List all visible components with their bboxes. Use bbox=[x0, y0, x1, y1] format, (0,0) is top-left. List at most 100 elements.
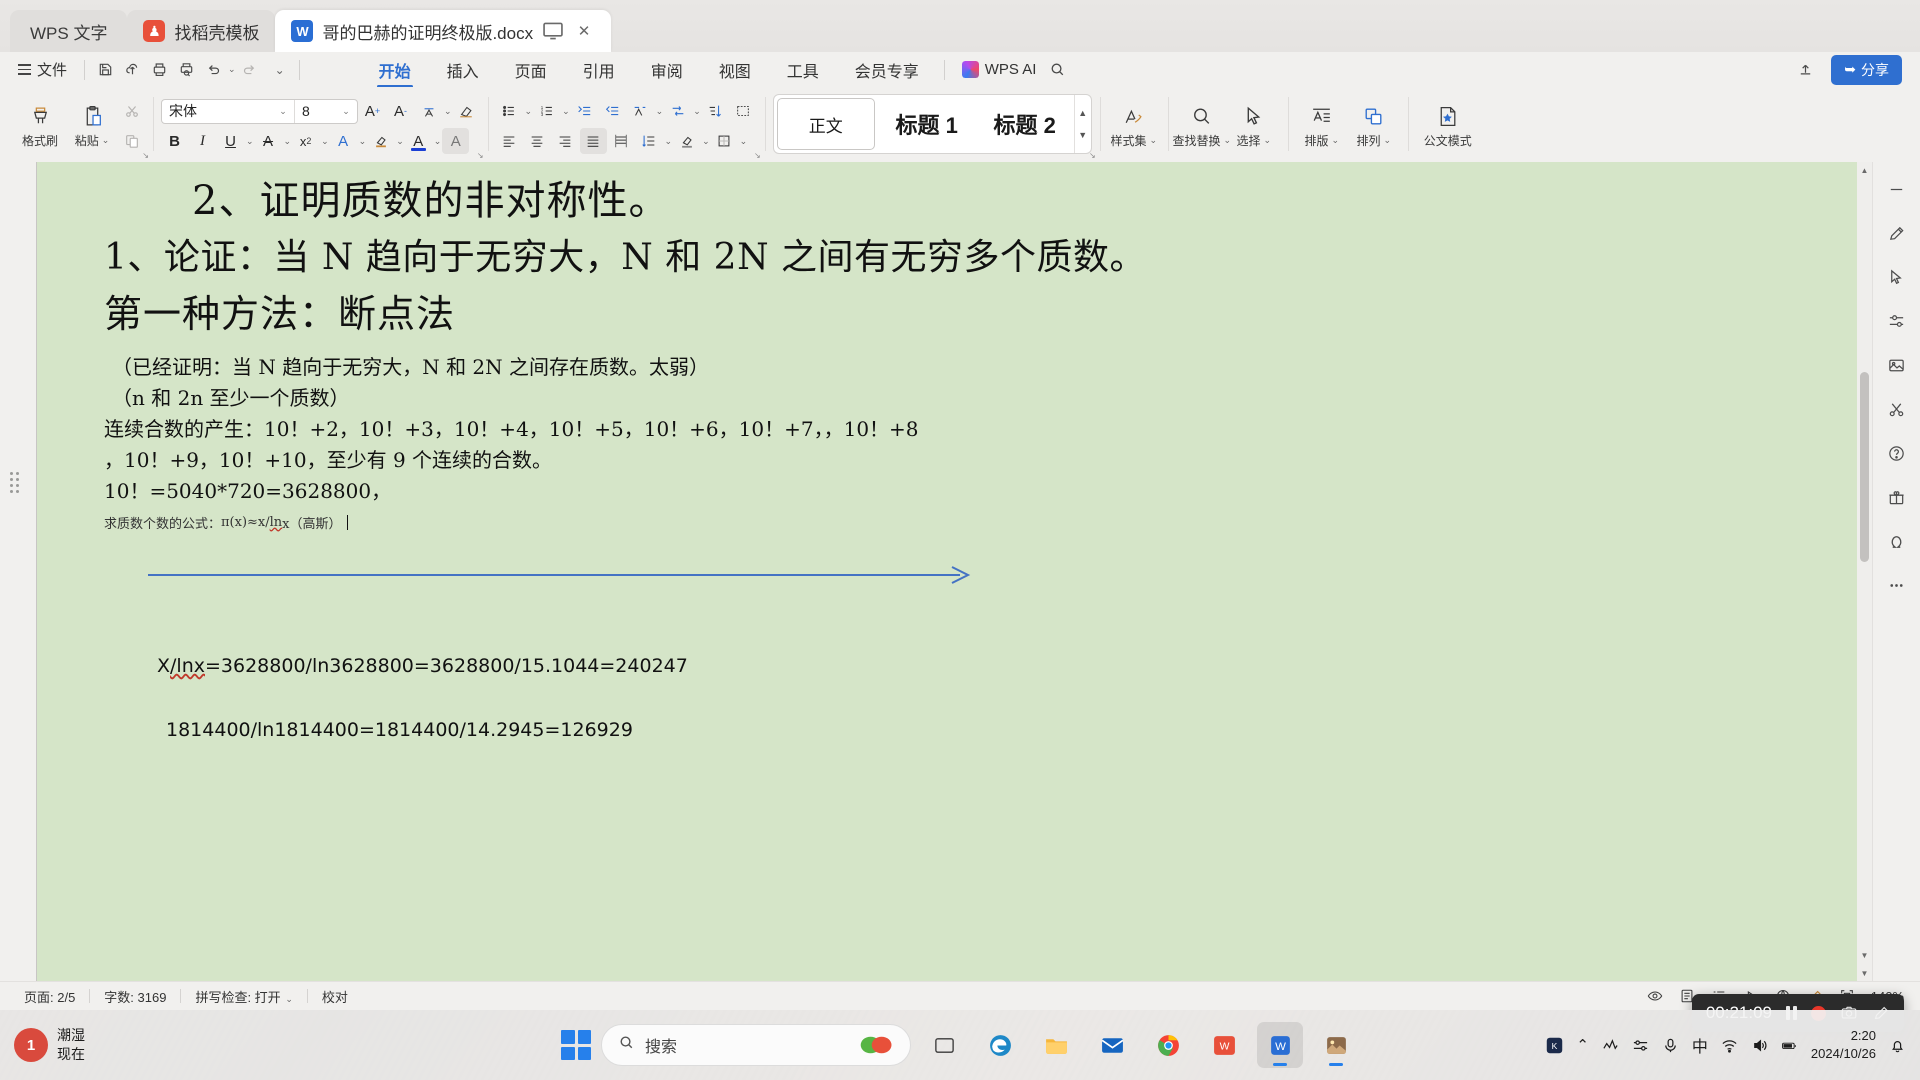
chevron-up-icon[interactable]: ▲ bbox=[1078, 108, 1087, 118]
scrollbar-thumb[interactable] bbox=[1860, 372, 1869, 562]
font-launcher-icon[interactable]: ↘ bbox=[477, 151, 484, 160]
tab-template-store[interactable]: ♟ 找稻壳模板 bbox=[127, 10, 276, 52]
chevron-down-icon[interactable]: ⌄ bbox=[702, 136, 710, 147]
chevron-down-icon[interactable]: ⌄ bbox=[434, 136, 442, 147]
file-menu-button[interactable]: 文件 bbox=[8, 56, 77, 83]
chevron-down-icon[interactable]: ⌄ bbox=[693, 106, 701, 117]
print-preview-icon[interactable] bbox=[173, 56, 200, 83]
pinyin-guide-icon[interactable] bbox=[415, 98, 442, 124]
network-graph-icon[interactable] bbox=[1602, 1037, 1619, 1054]
more-dots-icon[interactable] bbox=[1882, 570, 1912, 600]
bold-button[interactable]: B bbox=[161, 128, 188, 154]
strikethrough-button[interactable]: A bbox=[255, 128, 282, 154]
task-view-icon[interactable] bbox=[921, 1022, 967, 1068]
text-direction-icon[interactable] bbox=[664, 98, 691, 124]
chevron-down-icon[interactable]: ⌄ bbox=[525, 106, 533, 117]
sliders-icon[interactable] bbox=[1632, 1037, 1649, 1054]
find-replace-button[interactable]: 查找替换 ⌄ bbox=[1172, 90, 1231, 162]
tab-page[interactable]: 页面 bbox=[497, 55, 565, 85]
chevron-down-icon[interactable]: ⌄ bbox=[656, 106, 664, 117]
text-effect-button[interactable]: A bbox=[330, 128, 357, 154]
document-page[interactable]: 2、证明质数的非对称性。 1、论证：当 N 趋向于无穷大，N 和 2N 之间有无… bbox=[36, 162, 1857, 981]
battery-icon[interactable] bbox=[1781, 1037, 1798, 1054]
drag-handle-grip[interactable] bbox=[10, 472, 24, 493]
wps-icon[interactable]: W bbox=[1201, 1022, 1247, 1068]
typesetting-button[interactable]: 排版 ⌄ bbox=[1296, 90, 1348, 162]
style-item-body[interactable]: 正文 bbox=[776, 98, 875, 150]
align-center-icon[interactable] bbox=[524, 128, 551, 154]
tab-tools[interactable]: 工具 bbox=[769, 55, 837, 85]
borders-icon[interactable] bbox=[711, 128, 738, 154]
chevron-down-icon[interactable]: ⌄ bbox=[246, 136, 254, 147]
tab-start[interactable]: 开始 bbox=[361, 55, 429, 88]
redo-icon[interactable] bbox=[236, 56, 263, 83]
microphone-icon[interactable] bbox=[1662, 1037, 1679, 1054]
increase-indent-icon[interactable] bbox=[599, 98, 626, 124]
tab-document[interactable]: W 哥的巴赫的证明终极版.docx ✕ bbox=[275, 10, 612, 52]
status-spellcheck[interactable]: 拼写检查: 打开 ⌄ bbox=[181, 987, 306, 1006]
mail-icon[interactable] bbox=[1089, 1022, 1135, 1068]
tab-view[interactable]: 视图 bbox=[701, 55, 769, 85]
chevron-down-icon[interactable]: ▼ bbox=[1078, 130, 1087, 140]
gift-icon[interactable] bbox=[1882, 482, 1912, 512]
sort-icon[interactable] bbox=[702, 98, 729, 124]
start-button[interactable] bbox=[561, 1030, 591, 1060]
superscript-button[interactable]: x2 bbox=[292, 128, 319, 154]
paste-button[interactable]: 粘贴 ⌄ bbox=[66, 90, 118, 162]
chevron-down-icon[interactable]: ⌄ bbox=[359, 136, 367, 147]
wifi-icon[interactable] bbox=[1721, 1037, 1738, 1054]
monitor-icon[interactable] bbox=[542, 20, 564, 42]
character-shading-button[interactable]: A bbox=[442, 128, 470, 154]
edge-icon[interactable] bbox=[977, 1022, 1023, 1068]
select-button[interactable]: 选择 ⌄ bbox=[1228, 90, 1280, 162]
image-icon[interactable] bbox=[1882, 350, 1912, 380]
scissors-icon[interactable] bbox=[118, 98, 145, 124]
chevron-up-icon[interactable]: ⌃ bbox=[1576, 1036, 1589, 1054]
chevron-down-icon[interactable]: ⌄ bbox=[272, 106, 294, 117]
scissors-tool-icon[interactable] bbox=[1882, 394, 1912, 424]
font-color-button[interactable]: A bbox=[405, 128, 432, 154]
copilot-icon[interactable] bbox=[856, 1034, 894, 1056]
undo-icon[interactable] bbox=[200, 56, 227, 83]
notifications-icon[interactable] bbox=[1889, 1037, 1906, 1054]
chevron-down-icon[interactable]: ⌄ bbox=[321, 136, 329, 147]
tab-member[interactable]: 会员专享 bbox=[837, 55, 937, 85]
bullet-list-icon[interactable] bbox=[496, 98, 523, 124]
eye-icon[interactable] bbox=[1647, 988, 1663, 1004]
styles-launcher-icon[interactable]: ↘ bbox=[1089, 151, 1096, 160]
print-icon[interactable] bbox=[146, 56, 173, 83]
search-icon[interactable] bbox=[1044, 56, 1071, 83]
tab-reference[interactable]: 引用 bbox=[565, 55, 633, 85]
ime-cn-icon[interactable]: 中 bbox=[1692, 1033, 1708, 1057]
settings-slider-icon[interactable] bbox=[1882, 306, 1912, 336]
style-gallery-nav[interactable]: ▲ ▼ bbox=[1073, 95, 1091, 153]
font-name-combo[interactable]: 宋体 ⌄ 8 ⌄ bbox=[161, 98, 358, 124]
shrink-font-button[interactable]: A- bbox=[387, 98, 414, 124]
line-spacing-icon[interactable] bbox=[636, 128, 663, 154]
style-item-heading-2[interactable]: 标题 2 bbox=[976, 95, 1074, 153]
select-cursor-icon[interactable] bbox=[1882, 262, 1912, 292]
clipboard-launcher-icon[interactable]: ↘ bbox=[142, 151, 149, 160]
grow-font-button[interactable]: A + bbox=[359, 98, 386, 124]
align-right-icon[interactable] bbox=[552, 128, 579, 154]
status-proofread[interactable]: 校对 bbox=[308, 987, 362, 1006]
scroll-down-button[interactable]: ▼ bbox=[1857, 947, 1872, 963]
kingsoft-icon[interactable]: K bbox=[1546, 1037, 1563, 1054]
more-chevron-icon[interactable]: ⌄ bbox=[275, 63, 285, 77]
tab-insert[interactable]: 插入 bbox=[429, 55, 497, 85]
upload-icon[interactable] bbox=[1792, 56, 1819, 83]
chevron-down-icon[interactable]: ⌄ bbox=[740, 136, 748, 147]
undo-chevron-icon[interactable]: ⌄ bbox=[228, 64, 236, 75]
align-left-icon[interactable] bbox=[496, 128, 523, 154]
numbered-list-icon[interactable]: 123 bbox=[533, 98, 560, 124]
official-doc-button[interactable]: 公文模式 bbox=[1416, 90, 1480, 162]
share-button[interactable]: ➥ 分享 bbox=[1831, 54, 1902, 85]
paragraph-launcher-icon[interactable]: ↘ bbox=[754, 151, 761, 160]
chevron-down-icon[interactable]: ⌄ bbox=[665, 136, 673, 147]
file-explorer-icon[interactable] bbox=[1033, 1022, 1079, 1068]
shading-icon[interactable] bbox=[673, 128, 700, 154]
show-marks-icon[interactable] bbox=[730, 98, 757, 124]
chevron-down-icon[interactable]: ⌄ bbox=[444, 106, 452, 117]
chevron-down-icon[interactable]: ⌄ bbox=[396, 136, 404, 147]
style-set-button[interactable]: 样式集 ⌄ bbox=[1108, 90, 1160, 162]
